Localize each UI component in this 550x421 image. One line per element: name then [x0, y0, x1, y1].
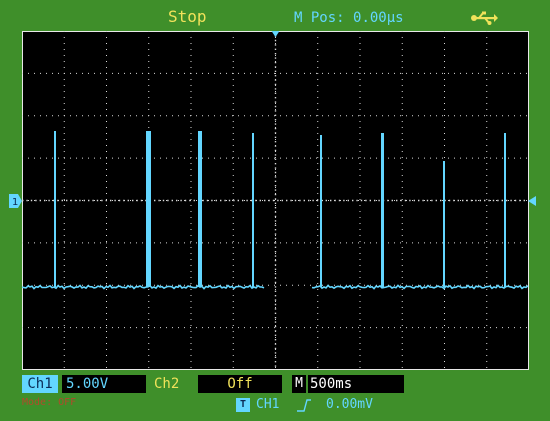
run-stop-status: Stop — [168, 7, 207, 26]
ch2-label[interactable]: Ch2 — [154, 375, 194, 393]
signal-pulse — [252, 133, 254, 287]
channel-marker-icon[interactable]: 1 — [9, 194, 22, 208]
signal-baseline — [22, 284, 265, 290]
waveform-display — [22, 31, 529, 370]
signal-baseline — [311, 284, 529, 290]
signal-pulse — [320, 135, 322, 287]
signal-pulse — [146, 131, 151, 287]
m-pos-label: M Pos: — [294, 10, 345, 26]
trigger-position-marker — [271, 31, 280, 37]
timebase-value[interactable]: 500ms — [308, 375, 404, 393]
mode-label: Mode: OFF — [22, 397, 77, 408]
trigger-level-marker-icon[interactable] — [528, 196, 536, 206]
signal-pulse — [381, 133, 384, 287]
bottom-info-bar: Ch1 5.00V Ch2 Off M 500ms Mode: OFF T CH… — [0, 372, 550, 421]
m-pos-value: 0.00µs — [353, 10, 404, 26]
waveform-canvas — [22, 31, 529, 370]
screen-border — [22, 31, 529, 370]
ch1-label[interactable]: Ch1 — [22, 375, 58, 393]
signal-pulse — [198, 131, 202, 287]
signal-pulse — [443, 161, 445, 287]
horizontal-position-readout: M Pos: 0.00µs — [294, 10, 404, 26]
rising-edge-icon — [297, 399, 311, 412]
top-status-bar: Stop M Pos: 0.00µs — [0, 0, 550, 30]
ch1-scale[interactable]: 5.00V — [62, 375, 146, 393]
usb-icon — [471, 11, 498, 25]
svg-text:1: 1 — [12, 197, 18, 208]
trigger-badge-icon: T — [236, 398, 250, 412]
signal-pulse — [54, 131, 56, 287]
signal-pulse — [504, 133, 506, 287]
ch2-scale[interactable]: Off — [198, 375, 282, 393]
trigger-source[interactable]: CH1 — [256, 397, 279, 412]
trigger-level[interactable]: 0.00mV — [326, 397, 373, 412]
timebase-label[interactable]: M — [292, 375, 306, 393]
